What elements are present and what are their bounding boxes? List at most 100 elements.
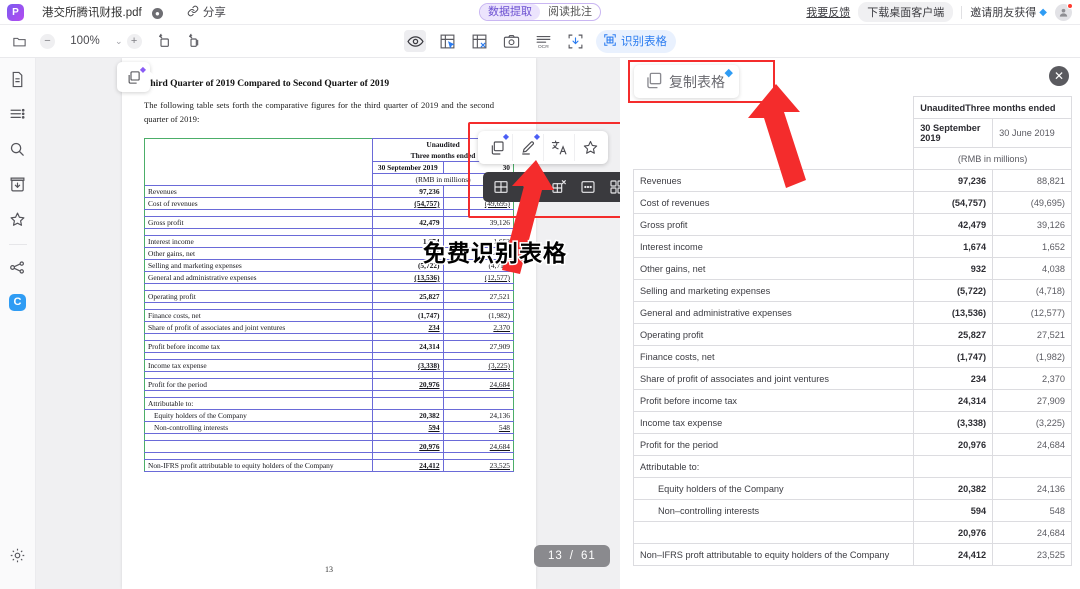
row-value-jun2019[interactable]: 24,136 [992, 477, 1072, 500]
star-icon[interactable] [574, 134, 605, 161]
row-value-sep2019[interactable]: (54,757) [913, 191, 994, 214]
row-value-sep2019[interactable]: 1,674 [913, 235, 994, 258]
row-label[interactable]: General and administrative expenses [632, 301, 915, 324]
table-row[interactable]: Non–IFRS proft attributable to equity ho… [632, 543, 1072, 566]
row-value-sep2019[interactable]: 97,236 [913, 169, 994, 192]
row-value-sep2019[interactable]: 20,382 [913, 477, 994, 500]
table-row[interactable]: Selling and marketing expenses (5,722) (4,… [632, 279, 1072, 302]
row-value-sep2019[interactable]: 20,976 [913, 433, 994, 456]
translate-icon[interactable] [543, 134, 574, 161]
result-table[interactable]: UnauditedThree months ended 30 September… [632, 96, 1072, 566]
download-desktop-button[interactable]: 下载桌面客户端 [858, 2, 954, 22]
table-edit-toolbar[interactable] [483, 172, 634, 202]
row-label[interactable]: Profit before income tax [632, 389, 915, 412]
archive-download-icon[interactable] [5, 171, 31, 197]
row-label[interactable]: Gross profit [632, 213, 915, 236]
app-c-logo[interactable]: C [5, 289, 31, 315]
share-button[interactable]: 分享 [187, 4, 226, 20]
row-value-jun2019[interactable]: (4,718) [992, 279, 1072, 302]
row-label[interactable]: Selling and marketing expenses [632, 279, 915, 302]
table-row[interactable]: General and administrative expenses (13,5… [632, 301, 1072, 324]
row-label[interactable]: Equity holders of the Company [632, 477, 915, 500]
row-value-sep2019[interactable] [913, 455, 994, 478]
table-row[interactable]: Revenues 97,236 88,821 [632, 169, 1072, 192]
recognize-table-button[interactable]: 识别表格 [596, 29, 676, 53]
row-value-jun2019[interactable]: 39,126 [992, 213, 1072, 236]
ocr-icon[interactable]: OCR [532, 30, 554, 52]
share-node-icon[interactable] [5, 254, 31, 280]
row-value-sep2019[interactable]: 24,412 [913, 543, 994, 566]
gear-icon[interactable] [5, 542, 31, 568]
invite-friends-button[interactable]: 邀请朋友获得 ◆ [970, 4, 1047, 20]
row-value-jun2019[interactable]: (12,577) [992, 301, 1072, 324]
table-row[interactable]: Operating profit 25,827 27,521 [632, 323, 1072, 346]
row-label[interactable]: Non–IFRS proft attributable to equity ho… [632, 543, 915, 566]
close-icon[interactable]: ✕ [1049, 66, 1069, 86]
table-row[interactable]: 20,976 24,684 [632, 521, 1072, 544]
copy-table-button[interactable]: 复制表格 ◆ [634, 65, 739, 98]
tab-read-annotate[interactable]: 阅读批注 [540, 4, 600, 20]
table-row[interactable]: Gross profit 42,479 39,126 [632, 213, 1072, 236]
table-row[interactable]: Income tax expense (3,338) (3,225) [632, 411, 1072, 434]
outline-icon[interactable] [5, 101, 31, 127]
star-icon[interactable] [5, 206, 31, 232]
row-value-jun2019[interactable]: 4,038 [992, 257, 1072, 280]
row-label[interactable]: Income tax expense [632, 411, 915, 434]
table-row[interactable]: Profit before income tax 24,314 27,909 [632, 389, 1072, 412]
row-value-jun2019[interactable] [992, 455, 1072, 478]
row-label[interactable] [632, 521, 915, 544]
row-label[interactable]: Profit for the period [632, 433, 915, 456]
row-value-jun2019[interactable]: 27,521 [992, 323, 1072, 346]
rotate-right-icon[interactable] [182, 30, 204, 52]
row-value-sep2019[interactable]: (13,536) [913, 301, 994, 324]
row-value-jun2019[interactable]: 88,821 [992, 169, 1072, 192]
table-row[interactable]: Share of profit of associates and joint … [632, 367, 1072, 390]
table-row[interactable]: Profit for the period 20,976 24,684 [632, 433, 1072, 456]
table-select-icon[interactable] [436, 30, 458, 52]
table-delete-icon[interactable] [468, 30, 490, 52]
chevron-down-icon[interactable]: ⌄ [115, 36, 123, 47]
row-label[interactable]: Operating profit [632, 323, 915, 346]
row-value-jun2019[interactable]: 27,909 [992, 389, 1072, 412]
row-value-sep2019[interactable]: 25,827 [913, 323, 994, 346]
row-value-jun2019[interactable]: (49,695) [992, 191, 1072, 214]
search-icon[interactable] [5, 136, 31, 162]
row-label[interactable]: Interest income [632, 235, 915, 258]
document-icon[interactable] [5, 66, 31, 92]
row-value-sep2019[interactable]: (5,722) [913, 279, 994, 302]
table-row[interactable]: Interest income 1,674 1,652 [632, 235, 1072, 258]
row-value-jun2019[interactable]: 24,684 [992, 433, 1072, 456]
zoom-out-button[interactable]: − [40, 33, 55, 49]
feedback-link[interactable]: 我要反馈 [806, 4, 850, 20]
table-row[interactable]: Finance costs, net (1,747) (1,982) [632, 345, 1072, 368]
avatar[interactable] [1055, 2, 1073, 21]
row-value-sep2019[interactable]: (1,747) [913, 345, 994, 368]
row-value-jun2019[interactable]: 548 [992, 499, 1072, 522]
eye-icon[interactable] [404, 30, 426, 52]
highlight-pen-icon[interactable]: ◆ [512, 132, 543, 161]
table-row[interactable]: Other gains, net 932 4,038 [632, 257, 1072, 280]
row-label[interactable]: Share of profit of associates and joint … [632, 367, 915, 390]
row-value-jun2019[interactable]: 1,652 [992, 235, 1072, 258]
row-value-jun2019[interactable]: 2,370 [992, 367, 1072, 390]
mode-segmented-control[interactable]: 数据提取 阅读批注 [479, 3, 601, 21]
merge-cells-icon[interactable] [574, 175, 601, 199]
title-status-icon[interactable]: ● [151, 8, 163, 19]
table-row[interactable]: Cost of revenues (54,757) (49,695) [632, 191, 1072, 214]
folder-icon[interactable] [8, 30, 30, 52]
row-label[interactable]: Finance costs, net [632, 345, 915, 368]
tab-data-extract[interactable]: 数据提取 [480, 4, 540, 20]
rotate-left-icon[interactable] [152, 30, 174, 52]
screenshot-icon[interactable] [500, 30, 522, 52]
table-row[interactable]: Attributable to: [632, 455, 1072, 478]
download-area-icon[interactable] [564, 30, 586, 52]
row-label[interactable]: Cost of revenues [632, 191, 915, 214]
row-value-sep2019[interactable]: 932 [913, 257, 994, 280]
row-value-sep2019[interactable]: (3,338) [913, 411, 994, 434]
page-indicator[interactable]: 13 / 61 [534, 545, 610, 567]
row-label[interactable]: Attributable to: [632, 455, 915, 478]
add-row-icon[interactable] [516, 175, 543, 199]
row-value-sep2019[interactable]: 24,314 [913, 389, 994, 412]
row-label[interactable]: Revenues [632, 169, 915, 192]
row-label[interactable]: Non–controlling interests [632, 499, 915, 522]
